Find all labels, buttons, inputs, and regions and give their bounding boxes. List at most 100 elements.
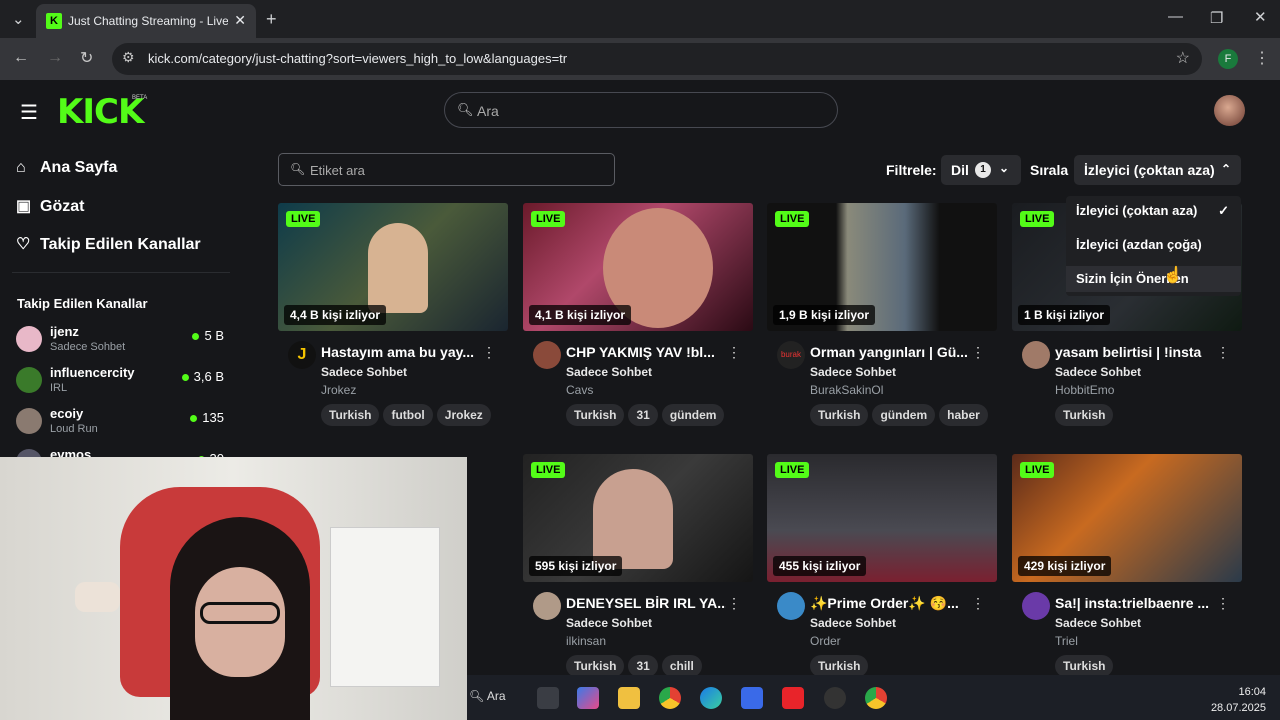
streamer-avatar[interactable]: J [288, 341, 316, 369]
streamer-avatar[interactable] [533, 341, 561, 369]
tag-chip[interactable]: Turkish [810, 404, 869, 426]
stream-card[interactable]: LIVE 1,9 B kişi izliyor burak Orman yang… [767, 203, 997, 433]
stream-thumbnail[interactable]: LIVE 4,1 B kişi izliyor [523, 203, 753, 331]
more-options-icon[interactable]: ⋮ [727, 595, 741, 612]
sidebar-item-home[interactable]: ⌂ Ana Sayfa [16, 159, 117, 177]
streamer-name[interactable]: Jrokez [321, 383, 356, 397]
stream-category[interactable]: Sadece Sohbet [566, 616, 652, 630]
copilot-icon[interactable] [577, 687, 599, 709]
streamer-name[interactable]: Triel [1055, 634, 1078, 648]
wps-icon[interactable] [782, 687, 804, 709]
tag-chip[interactable]: gündem [872, 404, 936, 426]
site-info-icon[interactable]: ⚙ [122, 49, 135, 66]
stream-title[interactable]: Hastayım ama bu yay... [321, 344, 481, 360]
stream-category[interactable]: Sadece Sohbet [566, 365, 652, 379]
tag-chip[interactable]: Turkish [810, 655, 869, 677]
address-bar[interactable]: ⚙ kick.com/category/just-chatting?sort=v… [112, 43, 1202, 75]
tag-chip[interactable]: futbol [383, 404, 433, 426]
sort-option-recommended[interactable]: Sizin İçin Önerilen [1066, 266, 1241, 292]
tag-chip[interactable]: Turkish [1055, 404, 1114, 426]
taskbar-search[interactable]: 🔍︎ Ara [469, 689, 506, 703]
browser-menu-icon[interactable]: ⋮ [1254, 48, 1270, 68]
browser-profile-avatar[interactable]: F [1218, 49, 1238, 69]
more-options-icon[interactable]: ⋮ [727, 344, 741, 361]
stream-title[interactable]: Sa!| insta:trielbaenre ... [1055, 595, 1215, 611]
followed-channel-item[interactable]: ijenz Sadece Sohbet 5 B [16, 322, 228, 358]
site-search-input[interactable]: 🔍︎ Ara [444, 92, 838, 128]
stream-card[interactable]: LIVE 4,4 B kişi izliyor J Hastayım ama b… [278, 203, 508, 433]
sort-option-viewers-asc[interactable]: İzleyici (azdan çoğa) [1066, 232, 1241, 258]
stream-card[interactable]: LIVE 4,1 B kişi izliyor CHP YAKMIŞ YAV !… [523, 203, 753, 433]
more-options-icon[interactable]: ⋮ [971, 344, 985, 361]
close-window-icon[interactable]: ✕ [1254, 8, 1267, 26]
obs-icon[interactable] [824, 687, 846, 709]
tag-chip[interactable]: Turkish [321, 404, 380, 426]
file-explorer-icon[interactable] [618, 687, 640, 709]
system-clock[interactable]: 16:04 28.07.2025 [1211, 684, 1266, 716]
stream-thumbnail[interactable]: LIVE 1,9 B kişi izliyor [767, 203, 997, 331]
stream-title[interactable]: DENEYSEL BİR IRL YA... [566, 595, 726, 611]
tab-search-chevron-icon[interactable]: ⌄ [12, 10, 25, 28]
more-options-icon[interactable]: ⋮ [482, 344, 496, 361]
forward-icon[interactable]: → [47, 49, 63, 67]
back-icon[interactable]: ← [13, 49, 29, 67]
streamer-name[interactable]: Cavs [566, 383, 593, 397]
streamer-name[interactable]: ilkinsan [566, 634, 606, 648]
task-view-icon[interactable] [537, 687, 559, 709]
streamer-avatar[interactable] [533, 592, 561, 620]
tag-chip[interactable]: Turkish [566, 655, 625, 677]
streamer-name[interactable]: BurakSakinOl [810, 383, 883, 397]
streamer-avatar[interactable]: burak [777, 341, 805, 369]
new-tab-icon[interactable]: + [266, 9, 277, 30]
tag-chip[interactable]: haber [939, 404, 988, 426]
tag-chip[interactable]: chill [661, 655, 702, 677]
tag-search-input[interactable]: 🔍︎ Etiket ara [278, 153, 615, 186]
chrome-icon[interactable] [659, 687, 681, 709]
tag-chip[interactable]: Jrokez [436, 404, 491, 426]
browser-tab[interactable]: K Just Chatting Streaming - Live S ✕ [36, 4, 256, 38]
streamer-avatar[interactable] [777, 592, 805, 620]
more-options-icon[interactable]: ⋮ [1216, 344, 1230, 361]
stream-category[interactable]: Sadece Sohbet [1055, 616, 1141, 630]
stream-card[interactable]: LIVE 455 kişi izliyor ✨Prime Order✨ 😚...… [767, 454, 997, 684]
minimize-icon[interactable]: — [1168, 8, 1183, 25]
followed-channel-item[interactable]: influencercity IRL 3,6 B [16, 363, 228, 399]
stream-title[interactable]: Orman yangınları | Gü... [810, 344, 970, 360]
hamburger-menu-icon[interactable]: ☰ [20, 100, 38, 125]
tag-chip[interactable]: Turkish [566, 404, 625, 426]
streamer-name[interactable]: Order [810, 634, 841, 648]
stream-category[interactable]: Sadece Sohbet [1055, 365, 1141, 379]
tab-close-icon[interactable]: ✕ [234, 12, 246, 29]
stream-thumbnail[interactable]: LIVE 455 kişi izliyor [767, 454, 997, 582]
sort-option-viewers-desc[interactable]: İzleyici (çoktan aza) ✓ [1066, 198, 1241, 224]
streamer-name[interactable]: HobbitEmo [1055, 383, 1114, 397]
stream-card[interactable]: LIVE 595 kişi izliyor DENEYSEL BİR IRL Y… [523, 454, 753, 684]
sidebar-item-browse[interactable]: ▣ Gözat [16, 196, 84, 216]
sort-dropdown-button[interactable]: İzleyici (çoktan aza) ⌃ [1074, 155, 1241, 185]
reload-icon[interactable]: ↻ [80, 48, 93, 68]
stream-thumbnail[interactable]: LIVE 429 kişi izliyor [1012, 454, 1242, 582]
bookmark-star-icon[interactable]: ☆ [1176, 48, 1190, 68]
stream-category[interactable]: Sadece Sohbet [810, 365, 896, 379]
edge-icon[interactable] [700, 687, 722, 709]
store-icon[interactable] [741, 687, 763, 709]
stream-category[interactable]: Sadece Sohbet [321, 365, 407, 379]
tag-chip[interactable]: Turkish [1055, 655, 1114, 677]
stream-card[interactable]: LIVE 429 kişi izliyor Sa!| insta:trielba… [1012, 454, 1242, 684]
chrome-profile-icon[interactable] [865, 687, 887, 709]
streamer-avatar[interactable] [1022, 592, 1050, 620]
kick-logo[interactable]: KICK [57, 92, 144, 132]
user-avatar[interactable] [1214, 95, 1245, 126]
language-filter-button[interactable]: Dil 1 ⌄ [941, 155, 1021, 185]
streamer-avatar[interactable] [1022, 341, 1050, 369]
stream-thumbnail[interactable]: LIVE 595 kişi izliyor [523, 454, 753, 582]
stream-title[interactable]: CHP YAKMIŞ YAV !bl... [566, 344, 726, 360]
stream-category[interactable]: Sadece Sohbet [810, 616, 896, 630]
sidebar-item-following[interactable]: ♡ Takip Edilen Kanallar [16, 234, 201, 254]
stream-title[interactable]: ✨Prime Order✨ 😚... [810, 595, 970, 612]
stream-thumbnail[interactable]: LIVE 4,4 B kişi izliyor [278, 203, 508, 331]
followed-channel-item[interactable]: ecoiy Loud Run 135 [16, 404, 228, 440]
more-options-icon[interactable]: ⋮ [971, 595, 985, 612]
tag-chip[interactable]: 31 [628, 655, 658, 677]
tag-chip[interactable]: 31 [628, 404, 658, 426]
